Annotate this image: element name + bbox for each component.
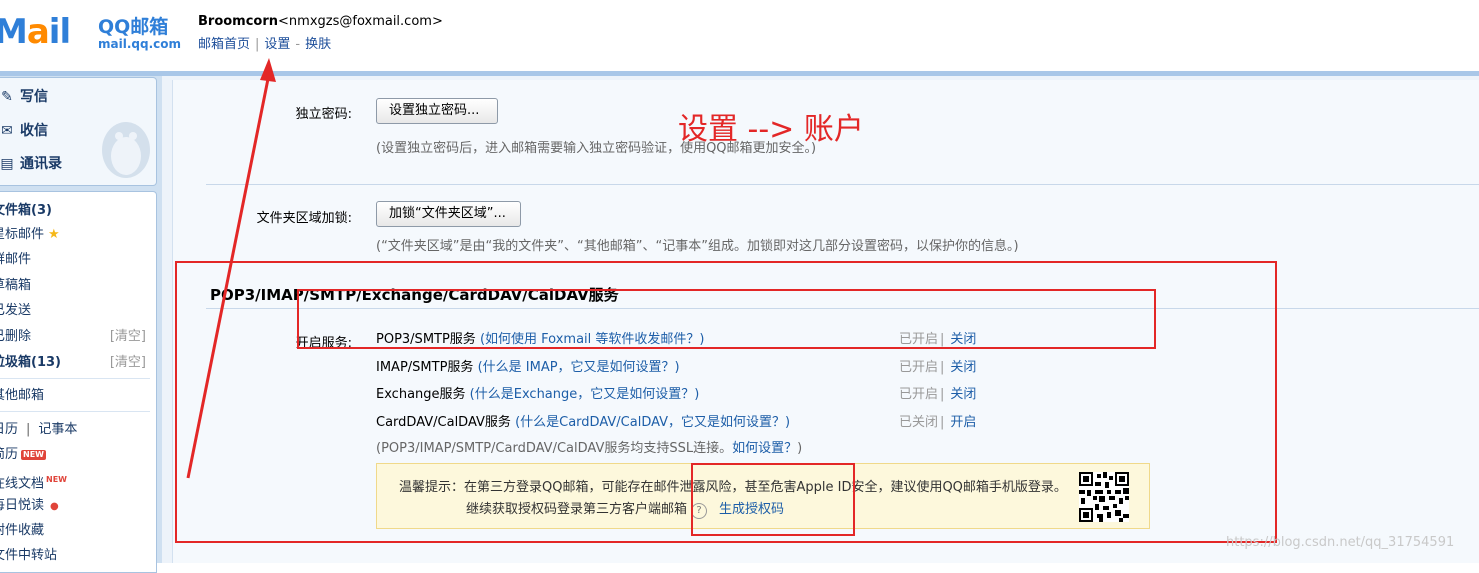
annotation-text: 设置 --> 账户 bbox=[678, 112, 864, 147]
user-email: <nmxgzs@foxmail.com> bbox=[278, 14, 443, 29]
divider bbox=[0, 411, 150, 412]
folder-label: 简历 bbox=[0, 447, 19, 462]
folder-label: 星标邮件 bbox=[0, 227, 45, 242]
folder-label: 草稿箱 bbox=[0, 278, 32, 293]
folder-label: 已发送 bbox=[0, 303, 32, 318]
folder-label: 垃圾箱(13) bbox=[0, 355, 61, 370]
user-line: Broomcorn<nmxgzs@foxmail.com> bbox=[198, 14, 443, 29]
link-change-skin[interactable]: 换肤 bbox=[305, 37, 331, 52]
link-mail-home[interactable]: 邮箱首页 bbox=[198, 37, 250, 52]
folder-inbox[interactable]: 文件箱(3) bbox=[0, 200, 142, 222]
folder-label: 已删除 bbox=[0, 329, 32, 344]
folder-label: 其他邮箱 bbox=[0, 388, 45, 403]
empty-spam-link[interactable]: [清空] bbox=[110, 352, 146, 374]
folder-drafts[interactable]: 草稿箱 bbox=[0, 275, 142, 297]
folder-sent[interactable]: 已发送 bbox=[0, 300, 142, 322]
folder-other-mailbox[interactable]: 其他邮箱 bbox=[0, 385, 142, 407]
sidebar-actions: ✎ 写信 ✉ 收信 ▤ 通讯录 bbox=[0, 77, 157, 186]
qq-mail-logo[interactable]: Mail QQ邮箱 mail.qq.com bbox=[0, 10, 184, 56]
folder-online-docs[interactable]: 在线文档NEW bbox=[0, 469, 142, 491]
receive-label: 收信 bbox=[20, 123, 48, 139]
new-badge: NEW bbox=[21, 449, 46, 460]
watermark: https://blog.csdn.net/qq_31754591 bbox=[1226, 535, 1455, 550]
compose-label: 写信 bbox=[20, 89, 48, 105]
folder-label: 文件中转站 bbox=[0, 548, 58, 563]
folder-label: 群邮件 bbox=[0, 252, 32, 267]
folder-file-transfer[interactable]: 文件中转站 bbox=[0, 545, 142, 567]
annotation-box-auth-code bbox=[691, 463, 855, 536]
contacts-button[interactable]: ▤ 通讯录 bbox=[0, 151, 62, 177]
link-separator: - bbox=[295, 37, 301, 52]
logo-url: mail.qq.com bbox=[98, 37, 181, 51]
star-icon: ★ bbox=[48, 227, 60, 242]
empty-trash-link[interactable]: [清空] bbox=[110, 326, 146, 348]
folder-calendar[interactable]: 日历 | 记事本 bbox=[0, 419, 142, 441]
set-independent-password-button[interactable]: 设置独立密码... bbox=[376, 98, 498, 124]
notes-link[interactable]: 记事本 bbox=[38, 422, 77, 437]
folder-label: 附件收藏 bbox=[0, 523, 45, 538]
inbox-icon: ✉ bbox=[1, 123, 13, 139]
folder-resume[interactable]: 简历NEW bbox=[0, 444, 142, 466]
folder-label: 在线文档 bbox=[0, 476, 45, 492]
address-book-icon: ▤ bbox=[0, 156, 14, 172]
folder-list: 文件箱(3) 星标邮件★ 群邮件 草稿箱 已发送 已删除 [清空] 垃圾箱(13)… bbox=[0, 191, 157, 573]
divider bbox=[0, 378, 150, 379]
folder-daily-reading[interactable]: 每日悦读 ● bbox=[0, 495, 142, 517]
receive-button[interactable]: ✉ 收信 bbox=[0, 118, 48, 144]
compose-button[interactable]: ✎ 写信 bbox=[0, 84, 48, 110]
folder-deleted[interactable]: 已删除 [清空] bbox=[0, 326, 150, 348]
folder-label: 日历 bbox=[0, 422, 19, 437]
folder-lock-hint: (“文件夹区域”是由“我的文件夹”、“其他邮箱”、“记事本”组成。加锁即对这几部… bbox=[376, 239, 1019, 254]
pencil-icon: ✎ bbox=[1, 89, 13, 105]
folder-spam[interactable]: 垃圾箱(13) [清空] bbox=[0, 352, 150, 374]
link-settings[interactable]: 设置 bbox=[264, 37, 290, 52]
folder-label: 每日悦读 bbox=[0, 498, 45, 513]
new-badge: NEW bbox=[46, 475, 67, 484]
contacts-label: 通讯录 bbox=[20, 156, 62, 172]
folder-group[interactable]: 群邮件 bbox=[0, 249, 142, 271]
section-divider bbox=[206, 184, 1479, 185]
annotation-box-pop3 bbox=[297, 289, 1156, 349]
independent-password-label: 独立密码: bbox=[295, 107, 352, 122]
top-links: 邮箱首页 | 设置 - 换肤 bbox=[198, 33, 331, 52]
logo-word: Mail bbox=[0, 12, 71, 52]
penguin-watermark-icon bbox=[102, 122, 150, 178]
folder-lock-label: 文件夹区域加锁: bbox=[256, 211, 352, 226]
user-name: Broomcorn bbox=[198, 14, 279, 29]
folder-starred[interactable]: 星标邮件★ bbox=[0, 224, 142, 246]
unread-dot-icon: ● bbox=[50, 501, 59, 512]
logo-cn: QQ邮箱 bbox=[98, 16, 169, 38]
folder-label: 文件箱(3) bbox=[0, 203, 52, 218]
header: Mail QQ邮箱 mail.qq.com Broomcorn<nmxgzs@f… bbox=[0, 0, 1479, 76]
lock-folder-area-button[interactable]: 加锁“文件夹区域”... bbox=[376, 201, 521, 227]
link-separator: | bbox=[255, 37, 260, 52]
separator: | bbox=[26, 422, 31, 437]
folder-attachments[interactable]: 附件收藏 bbox=[0, 520, 142, 542]
